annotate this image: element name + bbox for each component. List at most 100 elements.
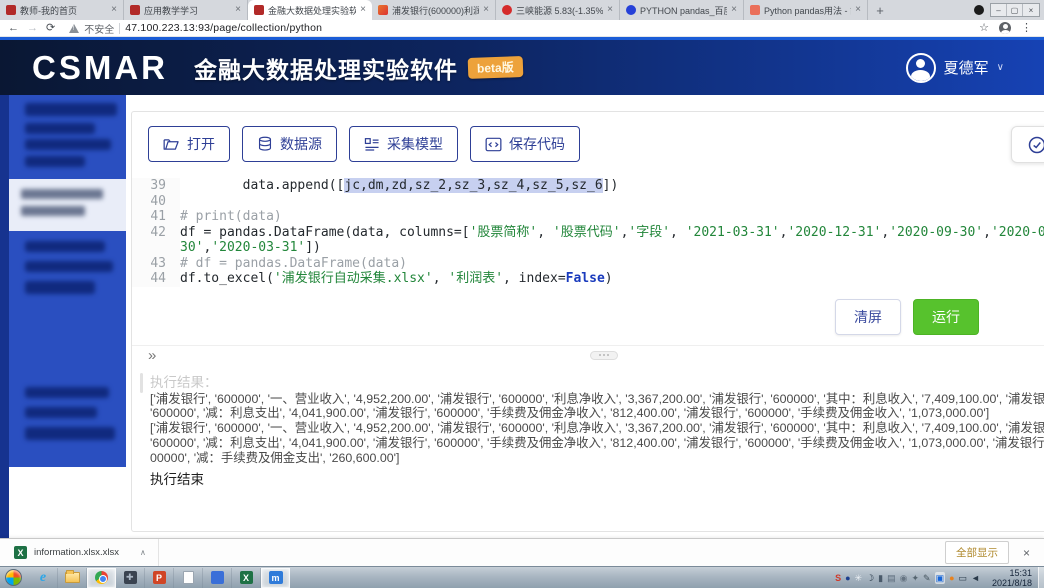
tab-close-icon[interactable]: × — [855, 5, 861, 15]
classroom-tool-icon-glyph — [124, 571, 137, 584]
chip-divider — [119, 23, 120, 34]
clock-time: 15:31 — [992, 568, 1032, 578]
browser-profile-icon[interactable] — [999, 22, 1011, 34]
sidebar-item-blurred[interactable] — [25, 123, 95, 134]
code-line-42[interactable]: 42df = pandas.DataFrame(data, columns=['… — [132, 225, 1044, 256]
excel-icon-glyph: X — [240, 571, 253, 584]
sidebar-item-blurred[interactable] — [25, 407, 97, 418]
collapse-chevrons-icon[interactable]: » — [148, 347, 154, 364]
sidebar-item-blurred[interactable] — [25, 103, 117, 116]
battery-tray-icon[interactable]: ▮ — [878, 573, 883, 583]
sidebar-item-blurred[interactable] — [25, 261, 113, 272]
run-button[interactable]: 运行 — [913, 299, 979, 335]
tab-close-icon[interactable]: × — [607, 5, 613, 15]
flame-tray-icon[interactable]: ● — [949, 573, 954, 583]
forward-icon[interactable]: → — [27, 23, 38, 34]
sidebar-nav — [9, 95, 126, 467]
tab-5[interactable]: 三峡能源 5.83(-1.35%)_股票行× — [496, 0, 620, 20]
code-line-40[interactable]: 40 — [132, 194, 1044, 210]
line-number: 42 — [132, 225, 180, 256]
clear-screen-button[interactable]: 清屏 — [835, 299, 901, 335]
sina-finance-favicon-icon — [378, 5, 388, 15]
tab-6[interactable]: PYTHON pandas_百度搜索× — [620, 0, 744, 20]
security-chip[interactable]: ! 不安全 47.100.223.13:93/page/collection/p… — [69, 21, 322, 36]
tab-3[interactable]: 金融大数据处理实验软件× — [248, 0, 372, 20]
new-tab-button[interactable]: + — [868, 0, 892, 20]
menu-kebab-icon[interactable]: ⋮ — [1021, 23, 1032, 34]
s-app-tray-icon[interactable]: S — [835, 573, 841, 583]
restore-button[interactable]: ▢ — [1007, 4, 1023, 16]
download-item[interactable]: X information.xlsx.xlsx ∧ — [0, 539, 159, 566]
usb-tray-icon[interactable]: ▤ — [887, 573, 896, 583]
collect-model-button[interactable]: 采集模型 — [349, 126, 458, 162]
main-card: 打开 数据源 采集模型保存代码 39 data.append([jc,dm,zd,s… — [131, 111, 1044, 532]
start-button[interactable] — [5, 569, 22, 586]
app-title: 金融大数据处理实验软件 — [194, 51, 458, 85]
person-tray-icon[interactable]: ◉ — [900, 573, 908, 583]
show-all-downloads-button[interactable]: 全部显示 — [945, 541, 1009, 564]
network-tray-icon[interactable]: ▣ — [935, 572, 946, 584]
sidebar-item-blurred[interactable] — [25, 281, 95, 294]
tab-1[interactable]: 教师-我的首页× — [0, 0, 124, 20]
volume-tray-icon[interactable]: ◄ — [971, 573, 980, 583]
panel-splitter[interactable]: » — [132, 345, 1044, 365]
tab-close-icon[interactable]: × — [731, 5, 737, 15]
drag-handle[interactable] — [590, 351, 618, 360]
pen-tray-icon[interactable]: ✎ — [923, 573, 931, 583]
reload-icon[interactable]: ⟳ — [46, 23, 55, 34]
user-menu[interactable]: 夏德军 ∨ — [906, 53, 1004, 83]
meeting-app-icon[interactable]: m — [261, 568, 290, 588]
record-indicator-icon — [974, 5, 984, 15]
tab-7[interactable]: Python pandas用法 - 简书× — [744, 0, 868, 20]
tab-close-icon[interactable]: × — [235, 5, 241, 15]
close-button[interactable]: × — [1023, 4, 1039, 16]
powerpoint-icon[interactable]: P — [145, 568, 174, 588]
user-avatar-icon — [906, 53, 936, 83]
code-editor[interactable]: 39 data.append([jc,dm,zd,sz_2,sz_3,sz_4,… — [132, 178, 1044, 287]
ie-icon[interactable]: e — [29, 568, 58, 588]
save-code-button[interactable]: 保存代码 — [470, 126, 580, 162]
url-text[interactable]: 47.100.223.13:93/page/collection/python — [125, 22, 322, 34]
code-line-39[interactable]: 39 data.append([jc,dm,zd,sz_2,sz_3,sz_4,… — [132, 178, 1044, 194]
window-edge — [0, 95, 9, 538]
flower-tray-icon[interactable]: ✳ — [855, 573, 863, 583]
wrench-tray-icon[interactable]: ✦ — [911, 573, 919, 583]
tab-close-icon[interactable]: × — [111, 5, 117, 15]
tab-close-icon[interactable]: × — [360, 5, 366, 15]
tab-close-icon[interactable]: × — [483, 5, 489, 15]
back-icon[interactable]: ← — [8, 23, 19, 34]
code-line-44[interactable]: 44df.to_excel('浦发银行自动采集.xlsx', '利润表', in… — [132, 271, 1044, 287]
code-line-43[interactable]: 43# df = pandas.DataFrame(data) — [132, 256, 1044, 272]
chrome-icon[interactable] — [87, 568, 116, 588]
sidebar-item-blurred[interactable] — [25, 139, 111, 150]
toolbar-button-label: 数据源 — [280, 134, 322, 154]
blue-circle-tray-icon[interactable]: ● — [845, 573, 850, 583]
bookmark-star-icon[interactable]: ☆ — [979, 23, 989, 34]
sidebar-item-active[interactable] — [9, 179, 126, 231]
display-tray-icon[interactable]: ▭ — [959, 573, 968, 583]
data-source-button[interactable]: 数据源 — [242, 126, 337, 162]
excel-icon[interactable]: X — [232, 568, 261, 588]
classroom-tool-icon[interactable] — [116, 568, 145, 588]
minimize-button[interactable]: – — [991, 4, 1007, 16]
urlbar-right: ☆ ⋮ — [979, 22, 1036, 34]
tab-4[interactable]: 浦发银行(600000)利润表_新浪× — [372, 0, 496, 20]
code-line-41[interactable]: 41# print(data) — [132, 209, 1044, 225]
blue-app-icon[interactable] — [203, 568, 232, 588]
check-circle-button[interactable] — [1011, 126, 1044, 163]
sina-favicon-icon — [502, 5, 512, 15]
notepad-icon[interactable] — [174, 568, 203, 588]
moon-tray-icon[interactable]: ☽ — [866, 573, 874, 583]
chevron-up-icon[interactable]: ∧ — [140, 548, 146, 557]
sidebar-item-blurred[interactable] — [25, 241, 105, 252]
taskbar-clock[interactable]: 15:31 2021/8/18 — [984, 568, 1038, 588]
sidebar-item-blurred[interactable] — [25, 156, 85, 167]
explorer-icon[interactable] — [58, 568, 87, 588]
show-desktop-button[interactable] — [1038, 567, 1044, 588]
sidebar-item-blurred[interactable] — [25, 387, 109, 398]
sidebar-item-blurred[interactable] — [25, 427, 115, 440]
tab-2[interactable]: 应用教学学习× — [124, 0, 248, 20]
model-icon — [364, 137, 380, 152]
close-download-bar-icon[interactable]: × — [1023, 546, 1030, 560]
open-button[interactable]: 打开 — [148, 126, 230, 162]
